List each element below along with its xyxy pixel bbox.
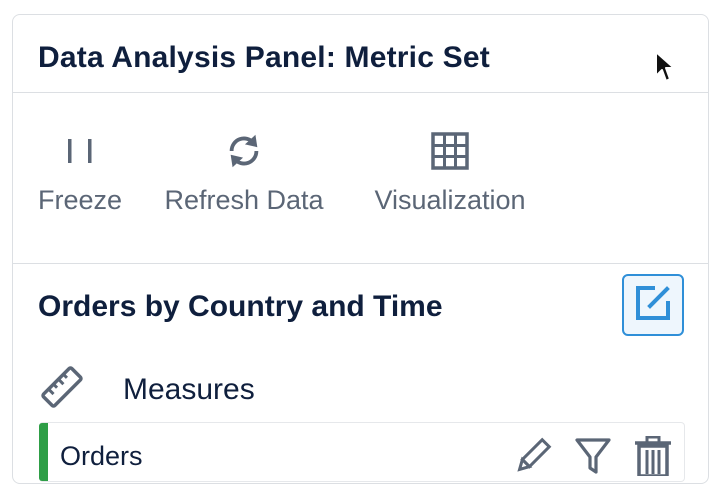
visualization-button[interactable]: Visualization: [367, 131, 533, 216]
measure-item-label: Orders: [60, 441, 143, 471]
visualization-label: Visualization: [374, 185, 526, 215]
edit-icon: [633, 283, 673, 328]
freeze-button[interactable]: Freeze: [34, 131, 126, 216]
section-title: Orders by Country and Time: [38, 290, 443, 323]
edit-button[interactable]: [622, 274, 684, 336]
refresh-data-label: Refresh Data: [164, 185, 324, 215]
refresh-icon: [224, 131, 264, 171]
trash-icon[interactable]: [632, 435, 674, 477]
ruler-icon: [39, 364, 85, 415]
refresh-data-button[interactable]: Refresh Data: [159, 131, 329, 216]
pause-icon: [60, 131, 100, 171]
metric-section: Orders by Country and Time Measures Orde…: [13, 264, 708, 483]
toolbar: Freeze Refresh Data Visualization: [13, 93, 708, 264]
grid-icon: [430, 131, 470, 171]
measures-header: Measures: [39, 364, 255, 415]
measure-item-orders[interactable]: Orders: [39, 422, 685, 482]
measure-item-actions: [512, 435, 674, 477]
panel-header: Data Analysis Panel: Metric Set: [13, 15, 708, 93]
pencil-icon[interactable]: [512, 435, 554, 477]
panel-title: Data Analysis Panel: Metric Set: [38, 41, 490, 74]
data-analysis-panel: Data Analysis Panel: Metric Set Freeze R…: [12, 14, 709, 484]
freeze-label: Freeze: [37, 185, 123, 215]
measure-accent-bar: [39, 423, 48, 481]
filter-icon[interactable]: [572, 435, 614, 477]
measures-label: Measures: [123, 372, 255, 406]
